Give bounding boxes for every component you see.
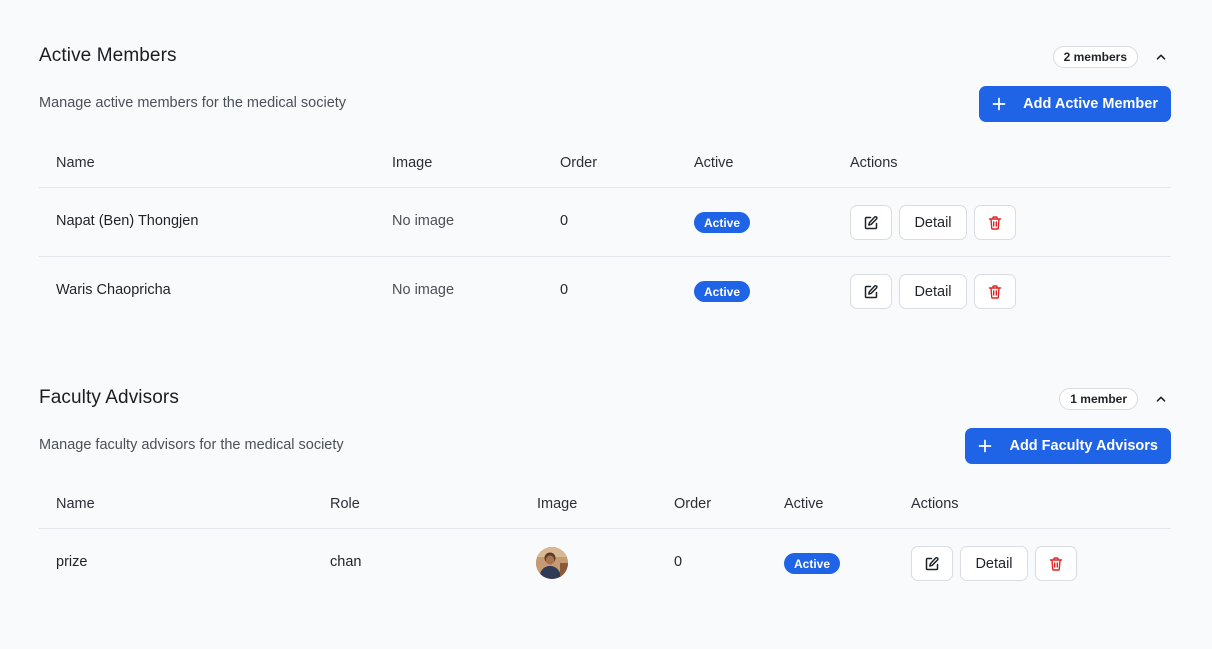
trash-icon	[1049, 556, 1063, 571]
section-header: Active Members 2 members	[39, 42, 1171, 82]
table-row: Napat (Ben) Thongjen No image 0 Active D…	[39, 188, 1171, 257]
section-subtitle: Manage faculty advisors for the medical …	[39, 437, 344, 453]
active-members-section: Active Members 2 members Manage active m…	[39, 42, 1171, 332]
chevron-up-icon	[1156, 54, 1166, 60]
column-header-actions: Actions	[850, 155, 898, 171]
add-button-label: Add Active Member	[1023, 96, 1158, 112]
detail-button[interactable]: Detail	[899, 274, 967, 309]
edit-button[interactable]	[850, 274, 892, 309]
table-header: Name Image Order Active Actions	[39, 138, 1171, 188]
advisor-order: 0	[674, 554, 683, 570]
status-badge: Active	[694, 281, 751, 302]
faculty-advisors-section: Faculty Advisors 1 member Manage faculty…	[39, 384, 1171, 614]
trash-icon	[988, 215, 1002, 230]
column-header-actions: Actions	[911, 496, 959, 512]
row-actions: Detail	[911, 546, 1077, 581]
delete-button[interactable]	[1035, 546, 1077, 581]
row-actions: Detail	[850, 205, 1016, 240]
detail-button[interactable]: Detail	[960, 546, 1028, 581]
section-header: Faculty Advisors 1 member	[39, 384, 1171, 424]
member-order: 0	[560, 213, 569, 229]
advisors-table: Name Role Image Order Active Actions pri…	[39, 479, 1171, 599]
advisor-role: chan	[330, 554, 362, 570]
collapse-button[interactable]	[1151, 46, 1171, 68]
column-header-image: Image	[537, 496, 578, 512]
column-header-order: Order	[560, 155, 598, 171]
members-table: Name Image Order Active Actions Napat (B…	[39, 138, 1171, 326]
member-name: Waris Chaopricha	[56, 282, 171, 298]
plus-icon	[979, 439, 992, 453]
edit-icon	[864, 215, 878, 229]
edit-button[interactable]	[850, 205, 892, 240]
edit-icon	[925, 556, 939, 570]
add-faculty-advisor-button[interactable]: Add Faculty Advisors	[965, 428, 1171, 464]
edit-icon	[864, 284, 878, 298]
column-header-image: Image	[392, 155, 433, 171]
delete-button[interactable]	[974, 274, 1016, 309]
section-title: Faculty Advisors	[39, 387, 179, 408]
column-header-order: Order	[674, 496, 712, 512]
member-order: 0	[560, 282, 569, 298]
member-image-placeholder: No image	[392, 282, 455, 298]
delete-button[interactable]	[974, 205, 1016, 240]
chevron-up-icon	[1156, 396, 1166, 402]
plus-icon	[992, 97, 1006, 111]
column-header-role: Role	[330, 496, 360, 512]
member-count-badge: 2 members	[1052, 46, 1138, 68]
table-header: Name Role Image Order Active Actions	[39, 479, 1171, 529]
column-header-name: Name	[56, 496, 95, 512]
avatar	[536, 547, 568, 579]
member-image-placeholder: No image	[392, 213, 455, 229]
trash-icon	[988, 284, 1002, 299]
page: Active Members 2 members Manage active m…	[0, 0, 1212, 649]
status-badge: Active	[784, 553, 841, 574]
column-header-active: Active	[784, 496, 824, 512]
section-title: Active Members	[39, 45, 177, 66]
add-active-member-button[interactable]: Add Active Member	[979, 86, 1171, 122]
advisor-name: prize	[56, 554, 88, 570]
column-header-active: Active	[694, 155, 734, 171]
edit-button[interactable]	[911, 546, 953, 581]
avatar-photo	[536, 547, 568, 579]
row-actions: Detail	[850, 274, 1016, 309]
table-row: Waris Chaopricha No image 0 Active Detai…	[39, 257, 1171, 326]
table-row: prize chan 0 Active Detail	[39, 529, 1171, 599]
status-badge: Active	[694, 212, 751, 233]
detail-button[interactable]: Detail	[899, 205, 967, 240]
member-count-badge: 1 member	[1059, 388, 1138, 410]
column-header-name: Name	[56, 155, 95, 171]
add-button-label: Add Faculty Advisors	[1009, 438, 1158, 454]
collapse-button[interactable]	[1151, 388, 1171, 410]
member-name: Napat (Ben) Thongjen	[56, 213, 199, 229]
section-subtitle: Manage active members for the medical so…	[39, 95, 347, 111]
